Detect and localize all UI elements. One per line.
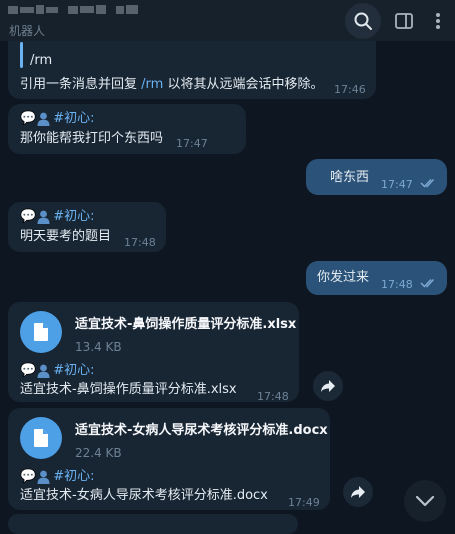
message-text: 啥东西 xyxy=(330,170,370,185)
command-link[interactable]: /rm xyxy=(141,77,163,92)
message-bubble-incoming[interactable]: 💬 #初心: 明天要考的题目 17:48 xyxy=(8,202,166,252)
message-text: 那你能帮我打印个东西吗 xyxy=(20,131,164,146)
forward-button[interactable] xyxy=(313,371,343,401)
file-download-button[interactable] xyxy=(20,311,62,353)
more-vertical-icon xyxy=(436,13,440,29)
person-icon xyxy=(37,112,50,126)
sender-name[interactable]: #初心: xyxy=(53,208,94,226)
forward-button[interactable] xyxy=(343,477,373,507)
chat-title-redacted xyxy=(8,5,138,14)
reply-quote[interactable] xyxy=(20,42,23,68)
search-icon xyxy=(354,12,372,30)
file-name[interactable]: 适宜技术-女病人导尿术考核评分标准.docx xyxy=(75,422,328,440)
message-text: 引用一条消息并回复 /rm 以将其从远端会话中移除。 xyxy=(20,77,324,92)
file-caption: 适宜技术-鼻饲操作质量评分标准.xlsx xyxy=(20,382,237,397)
person-icon xyxy=(37,470,50,484)
message-sender: 💬 #初心: xyxy=(20,362,94,380)
chat-subtitle: 机器人 xyxy=(9,24,46,38)
message-time: 17:48 xyxy=(124,236,156,249)
message-time: 17:48 xyxy=(257,390,289,403)
message-time: 17:49 xyxy=(288,496,320,509)
message-text: 你发过来 xyxy=(317,270,370,285)
file-message-bubble[interactable]: 适宜技术-女病人导尿术考核评分标准.docx 22.4 KB 💬 #初心: 适宜… xyxy=(8,408,330,510)
file-icon xyxy=(34,323,48,341)
reply-quote-text: /rm xyxy=(30,53,53,68)
file-name[interactable]: 适宜技术-鼻饲操作质量评分标准.xlsx xyxy=(75,316,296,334)
message-time: 17:47 xyxy=(381,178,413,191)
file-size: 22.4 KB xyxy=(75,446,122,460)
message-sender: 💬 #初心: xyxy=(20,110,94,128)
file-icon xyxy=(34,429,48,447)
sender-name[interactable]: #初心: xyxy=(53,110,94,128)
message-sender: 💬 #初心: xyxy=(20,208,94,226)
double-check-icon xyxy=(420,178,435,188)
message-time: 17:47 xyxy=(176,137,208,150)
file-message-bubble[interactable]: 适宜技术-鼻饲操作质量评分标准.xlsx 13.4 KB 💬 #初心: 适宜技术… xyxy=(8,302,299,403)
more-menu-button[interactable] xyxy=(420,3,455,39)
person-icon xyxy=(37,210,50,224)
message-time: 17:46 xyxy=(334,83,366,96)
double-check-icon xyxy=(420,278,435,288)
chat-header: 机器人 xyxy=(0,0,455,41)
message-bubble-outgoing[interactable]: 啥东西 17:47 xyxy=(306,159,447,195)
message-bubble-incoming[interactable] xyxy=(8,514,298,534)
message-bubble-incoming[interactable]: 💬 #初心: 那你能帮我打印个东西吗 17:47 xyxy=(8,104,246,154)
speech-bubble-icon: 💬 xyxy=(20,469,37,484)
message-time: 17:48 xyxy=(381,278,413,291)
message-text: 明天要考的题目 xyxy=(20,229,112,244)
speech-bubble-icon: 💬 xyxy=(20,209,37,224)
sidebar-toggle-button[interactable] xyxy=(386,3,422,39)
sidebar-panel-icon xyxy=(395,13,413,29)
file-size: 13.4 KB xyxy=(75,340,122,354)
speech-bubble-icon: 💬 xyxy=(20,111,37,126)
sender-name[interactable]: #初心: xyxy=(53,468,94,486)
file-caption: 适宜技术-女病人导尿术考核评分标准.docx xyxy=(20,488,268,503)
share-arrow-icon xyxy=(351,486,365,498)
scroll-to-bottom-button[interactable] xyxy=(404,480,446,522)
person-icon xyxy=(37,364,50,378)
message-bubble-outgoing[interactable]: 你发过来 17:48 xyxy=(306,261,447,295)
share-arrow-icon xyxy=(321,380,335,392)
chevron-down-icon xyxy=(415,495,435,507)
file-download-button[interactable] xyxy=(20,417,62,459)
speech-bubble-icon: 💬 xyxy=(20,363,37,378)
search-button[interactable] xyxy=(345,3,381,39)
sender-name[interactable]: #初心: xyxy=(53,362,94,380)
message-sender: 💬 #初心: xyxy=(20,468,94,486)
